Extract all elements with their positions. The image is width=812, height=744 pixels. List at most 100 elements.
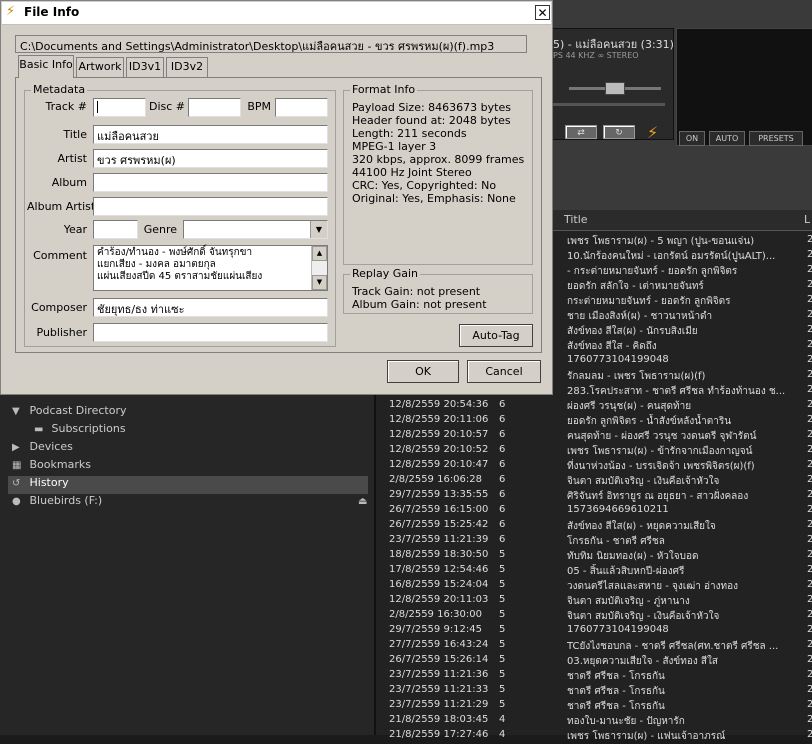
volume-slider-knob[interactable] [605,82,625,95]
table-row[interactable]: 2/8/2559 16:06:28 6 จินตา สมบัติเจริญ - เง… [385,474,812,489]
bitrate-frames: 320 kbps, approx. 8099 frames [352,153,525,166]
track-rating: 5 [499,654,506,665]
table-row[interactable]: 2/8/2559 16:30:00 5 จินตา สมบัติเจริญ - เง… [385,609,812,624]
replay-gain-group: Replay Gain Track Gain: not present Albu… [343,267,533,314]
length: Length: 211 seconds [352,127,467,140]
table-row[interactable]: 27/7/2559 16:43:24 5 TCยังไงชอบกล - ชาตรี … [385,639,812,654]
track-title: TCยังไงชอบกล - ชาตรี ศรีชล(ศท.ชาตรี ศรีช… [567,641,779,652]
dialog-title: File Info [24,5,80,19]
disc-number-input[interactable] [188,98,241,117]
sidebar-item-history[interactable]: ↺ History [8,476,368,494]
payload-size: Payload Size: 8463673 bytes [352,101,511,114]
table-row[interactable]: 16/8/2559 15:24:04 5 วงดนตรีไสลและสหาย - จ… [385,579,812,594]
track-date: 21/8/2559 18:03:45 [389,714,489,725]
title-input[interactable]: แม่ลือคนสวย [93,125,328,144]
eq-auto-button[interactable]: AUTO [709,131,745,146]
eq-on-button[interactable]: ON [679,131,705,146]
sidebar-item-devices[interactable]: ▶ Devices [12,440,73,458]
scroll-up-icon[interactable]: ▲ [312,246,327,261]
track-extra: 2 [807,444,812,455]
column-l[interactable]: L [804,213,810,226]
track-title: ผ่องศรี วรนุช(ผ) - คนสุดท้าย [567,401,692,412]
file-path-field[interactable]: C:\Documents and Settings\Administrator\… [15,35,527,53]
comment-textarea[interactable]: คำร้อง/ทำนอง - พงษ์ศักดิ์ จันทรุกขา แยกเ… [93,245,328,291]
track-extra: 2 [807,339,812,350]
track-title: คนสุดท้าย - ผ่องศรี วรนุช วงดนตรี จุฬารั… [567,431,757,442]
table-row[interactable]: 12/8/2559 20:54:36 6 ผ่องศรี วรนุช(ผ) - คน… [385,399,812,414]
table-row[interactable]: 23/7/2559 11:21:39 6 โกรธกัน - ชาตรี ศรีชล… [385,534,812,549]
track-extra: 2 [807,414,812,425]
table-row[interactable]: 12/8/2559 20:11:03 5 จินตา สมบัติเจริญ - ภ… [385,594,812,609]
column-title[interactable]: Title [564,213,588,226]
publisher-input[interactable] [93,323,328,342]
track-title: 283.โรคประสาท - ชาตรี ศรีชล ทำร้องท้านอง… [567,386,786,397]
comment-scrollbar[interactable]: ▲ ▼ [311,246,327,290]
track-rating: 6 [499,429,506,440]
track-extra: 2 [807,384,812,395]
scroll-down-icon[interactable]: ▼ [312,275,327,290]
sidebar-item-label: Bookmarks [29,458,91,471]
tab-basic-info[interactable]: Basic Info [18,55,74,78]
composer-input[interactable]: ชัยยุทธ/ธง ท่าแซะ [93,298,328,317]
track-gain: Track Gain: not present [352,285,481,298]
bpm-input[interactable] [275,98,328,117]
shuffle-button[interactable]: ⇄ [565,125,597,139]
dialog-titlebar[interactable]: ⚡ File Info ✕ [2,2,551,25]
repeat-button[interactable]: ↻ [603,125,635,139]
sidebar-item-bookmarks[interactable]: ▦ Bookmarks [12,458,91,476]
tab-id3v2[interactable]: ID3v2 [166,57,208,77]
table-row[interactable]: 23/7/2559 11:21:36 5 ชาตรี ศรีชล - โกรธกัน… [385,669,812,684]
bookmark-icon: ▦ [12,460,22,471]
mpeg-layer: MPEG-1 layer 3 [352,140,437,153]
eq-presets-button[interactable]: PRESETS [749,131,803,146]
genre-dropdown[interactable]: ▼ [183,220,328,239]
sidebar-item-bluebirds-drive[interactable]: ● Bluebirds (F:) [12,494,102,512]
table-row[interactable]: 21/8/2559 17:27:46 4 เพชร โพธาราม(ผ) - แฟน… [385,729,812,744]
cancel-button[interactable]: Cancel [467,360,541,383]
table-row[interactable]: 12/8/2559 20:10:52 6 เพชร โพธาราม(ผ) - ข้า… [385,444,812,459]
basic-info-panel: Metadata Track # Disc # BPM Title แม่ลือ… [15,77,542,353]
sidebar-item-podcast-directory[interactable]: ▼ Podcast Directory [12,404,126,422]
table-row[interactable]: 29/7/2559 13:35:55 6 ศิริจันทร์ อิทรายูร ณ… [385,489,812,504]
ok-button[interactable]: OK [387,360,459,383]
seek-bar[interactable] [553,103,665,106]
track-title: สังข์ทอง สีใส - คิดถึง [567,341,657,352]
table-row[interactable]: 12/8/2559 20:10:57 6 คนสุดท้าย - ผ่องศรี ว… [385,429,812,444]
table-row[interactable]: 26/7/2559 15:25:42 6 สังข์ทอง สีใส(ผ) - หย… [385,519,812,534]
album-input[interactable] [93,173,328,192]
sidebar-item-label: Bluebirds (F:) [29,494,103,507]
table-row[interactable]: 29/7/2559 9:12:45 5 1760773104199048 2 [385,624,812,639]
chevron-down-icon[interactable]: ▼ [310,221,327,238]
crc-copyright: CRC: Yes, Copyrighted: No [352,179,497,192]
table-row[interactable]: 26/7/2559 15:26:14 5 03.หยุดความเสียใจ - ส… [385,654,812,669]
track-title: จินตา สมบัติเจริญ - เงินคือเจ้าหัวใจ [567,476,720,487]
table-row[interactable]: 26/7/2559 16:15:00 6 1573694669610211 2 [385,504,812,519]
track-title: กระต่ายหมายจันทร์ - ยอดรัก ลูกพิจิตร [567,296,731,307]
artist-input[interactable]: ขวร ศรพรหม(ผ) [93,149,328,168]
track-title: 05 - สิ้นแล้วสิบหกปี-ผ่องศรี [567,566,685,577]
sidebar-item-subscriptions[interactable]: ▬ Subscriptions [34,422,126,440]
tab-artwork[interactable]: Artwork [76,57,124,77]
eject-icon[interactable]: ⏏ [358,496,367,507]
track-date: 17/8/2559 12:54:46 [389,564,489,575]
comment-line: แผ่นเสียงสปีด 45 ตราสามชัยแผ่นเสียง [97,271,263,282]
table-row[interactable]: 21/8/2559 18:03:45 4 ทองใบ-มานะชัย - ปัญหา… [385,714,812,729]
table-row[interactable]: 12/8/2559 20:10:47 6 ที่งนาห่วงน้อง - บรรเ… [385,459,812,474]
table-row[interactable]: 23/7/2559 11:21:33 5 ชาตรี ศรีชล - โกรธกัน… [385,684,812,699]
track-title: จินตา สมบัติเจริญ - ภู่หานาง [567,596,690,607]
title-label: Title [63,128,87,141]
table-row[interactable]: 23/7/2559 11:21:29 5 ชาตรี ศรีชล - โกรธกัน… [385,699,812,714]
track-date: 26/7/2559 15:25:42 [389,519,489,530]
track-number-input[interactable] [93,98,146,117]
track-extra: 2 [807,279,812,290]
table-row[interactable]: 12/8/2559 20:11:06 6 ยอดรัก ลูกพิจิตร - น้… [385,414,812,429]
auto-tag-button[interactable]: Auto-Tag [459,324,533,347]
year-input[interactable] [93,220,138,239]
close-icon[interactable]: ✕ [535,5,550,20]
lightning-icon[interactable]: ⚡ [647,123,658,142]
tab-id3v1[interactable]: ID3v1 [126,57,164,77]
album-artist-input[interactable] [93,197,328,216]
table-row[interactable]: 18/8/2559 18:30:50 5 ทับทิม นิยมทอง(ผ) - ห… [385,549,812,564]
track-extra: 2 [807,519,812,530]
table-row[interactable]: 17/8/2559 12:54:46 5 05 - สิ้นแล้วสิบหกปี-… [385,564,812,579]
